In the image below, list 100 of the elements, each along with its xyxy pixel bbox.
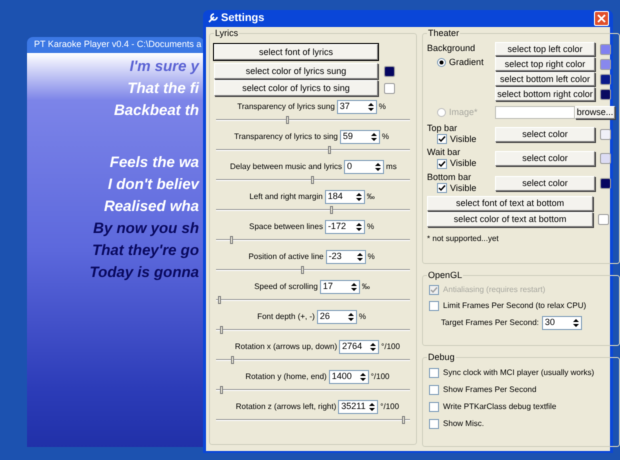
radio-button[interactable] [437, 58, 446, 67]
color-button[interactable]: select color [495, 176, 596, 191]
spinner-arrows-icon[interactable] [356, 252, 363, 262]
checkbox-label: Visible [450, 157, 476, 170]
unit-label: ‰ [362, 281, 371, 293]
number-field[interactable]: 17 [320, 280, 360, 294]
group-title: Theater [427, 26, 460, 40]
number-field[interactable]: -172 [324, 220, 365, 234]
group-title: Debug [427, 350, 456, 364]
setting-label: Rotation y (home, end) [245, 371, 327, 383]
number-field[interactable]: 1400 [328, 370, 369, 384]
slider-thumb[interactable] [220, 326, 223, 334]
radio-button[interactable] [437, 108, 446, 118]
color-button[interactable]: select color [495, 126, 596, 142]
slider-thumb[interactable] [301, 266, 304, 274]
slider[interactable] [216, 176, 410, 184]
slider-thumb[interactable] [220, 386, 223, 394]
unit-label: °/100 [370, 371, 390, 383]
spinner-arrows-icon[interactable] [348, 312, 354, 322]
spinner-arrows-icon[interactable] [370, 132, 377, 142]
checkbox-label: Sync clock with MCI player (usually works) [443, 367, 594, 379]
group-title: OpenGL [427, 268, 464, 282]
radio-label: Gradient [449, 56, 484, 68]
slider-thumb[interactable] [311, 176, 314, 184]
spinner-arrows-icon[interactable] [368, 102, 374, 112]
slider-thumb[interactable] [231, 356, 234, 364]
group-title: Lyrics [214, 26, 240, 40]
slider[interactable] [216, 236, 410, 244]
number-field[interactable]: 2764 [339, 340, 380, 354]
lyric-line: Realised wha [104, 197, 199, 217]
number-field[interactable]: 30 [542, 316, 582, 330]
color-button[interactable]: select top left color [495, 42, 596, 56]
slider-thumb[interactable] [230, 236, 233, 244]
checkbox-label: Visible [450, 182, 476, 194]
unit-label: % [366, 221, 376, 233]
checkbox[interactable] [429, 402, 440, 412]
checkbox[interactable] [429, 419, 440, 429]
setting-label: Position of active line [248, 251, 324, 263]
image-path-field[interactable] [495, 106, 576, 120]
slider[interactable] [216, 266, 410, 274]
number-field[interactable]: 59 [340, 130, 380, 144]
spinner-arrows-icon[interactable] [572, 318, 579, 328]
radio-label: Image* [449, 106, 478, 119]
spinner-arrows-icon[interactable] [360, 372, 366, 382]
slider-thumb[interactable] [402, 416, 406, 424]
slider[interactable] [216, 356, 410, 364]
slider[interactable] [216, 116, 410, 124]
slider-thumb[interactable] [218, 296, 221, 304]
spin-label: Target Frames Per Second: [441, 317, 539, 329]
slider[interactable] [216, 146, 410, 154]
color-button[interactable]: select color of lyrics to sing [214, 80, 378, 96]
lyric-line: I'm sure y [130, 57, 199, 77]
font-button[interactable]: select font of text at bottom [427, 196, 594, 211]
color-button[interactable]: select bottom right color [495, 87, 596, 101]
slider-thumb[interactable] [330, 206, 334, 214]
unit-label: °/100 [381, 341, 401, 353]
color-button[interactable]: select color of lyrics sung [214, 63, 378, 79]
checkbox[interactable] [437, 158, 448, 169]
number-field[interactable]: -23 [326, 250, 366, 264]
unit-label: °/100 [380, 401, 400, 413]
slider[interactable] [216, 386, 410, 394]
spinner-arrows-icon[interactable] [375, 162, 382, 172]
number-field[interactable]: 184 [324, 190, 365, 204]
checkbox[interactable] [437, 134, 448, 144]
lyric-line: That they're go [92, 241, 199, 261]
setting-label: Font depth (+, -) [257, 311, 315, 323]
color-button[interactable]: select color of text at bottom [427, 212, 594, 227]
unit-label: % [382, 131, 390, 143]
unit-label: ‰ [366, 191, 376, 203]
number-field[interactable]: 37 [336, 100, 377, 114]
checkbox[interactable] [429, 385, 440, 395]
color-button[interactable]: select top right color [495, 57, 596, 71]
lyric-line: I don't believ [108, 175, 199, 195]
checkbox[interactable] [437, 183, 448, 194]
number-field[interactable]: 0 [344, 160, 384, 174]
slider[interactable] [216, 416, 410, 424]
spinner-arrows-icon[interactable] [350, 282, 357, 292]
font-button[interactable]: select font of lyrics [214, 44, 378, 60]
setting-label: Rotation x (arrows up, down) [234, 341, 338, 353]
slider-thumb[interactable] [328, 146, 332, 154]
slider[interactable] [216, 326, 410, 334]
color-button[interactable]: select color [495, 151, 596, 166]
spinner-arrows-icon[interactable] [369, 402, 376, 412]
spinner-arrows-icon[interactable] [356, 192, 362, 202]
unit-label: % [378, 101, 387, 113]
slider-thumb[interactable] [286, 116, 289, 124]
slider[interactable] [216, 296, 410, 304]
number-field[interactable]: 26 [316, 310, 357, 324]
checkbox[interactable] [429, 301, 440, 311]
slider[interactable] [216, 206, 410, 214]
bar-label: Bottom bar [427, 172, 472, 182]
unit-label: % [358, 311, 367, 323]
number-field[interactable]: 35211 [338, 400, 378, 414]
close-button[interactable] [594, 10, 609, 26]
checkbox[interactable] [429, 368, 440, 378]
spinner-arrows-icon[interactable] [370, 342, 376, 352]
color-button[interactable]: select bottom left color [495, 72, 596, 86]
unit-label: % [368, 251, 376, 263]
background-label: Background [427, 42, 476, 55]
spinner-arrows-icon[interactable] [356, 222, 362, 232]
